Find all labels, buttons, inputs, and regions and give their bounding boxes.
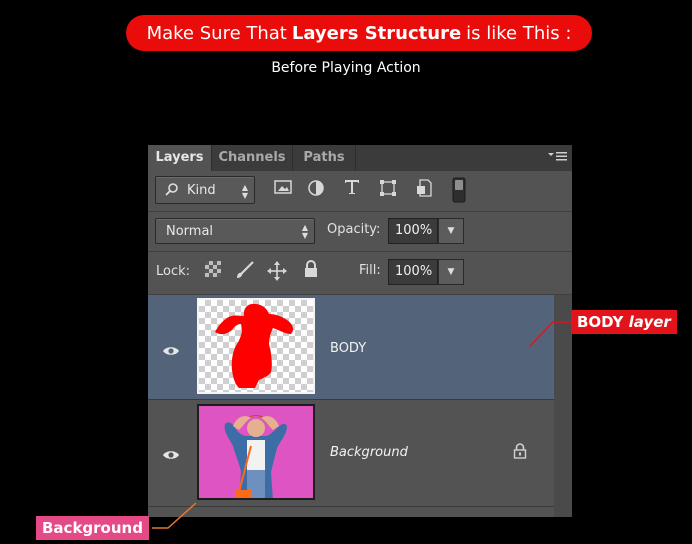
body-callout-leader bbox=[529, 321, 554, 347]
callout-lines bbox=[152, 321, 571, 529]
background-callout-line bbox=[152, 502, 197, 529]
body-layer-callout: BODY layer bbox=[571, 310, 677, 334]
body-callout-bold: BODY bbox=[577, 313, 624, 331]
background-callout: Background bbox=[36, 516, 149, 540]
body-callout-italic: layer bbox=[628, 313, 671, 331]
